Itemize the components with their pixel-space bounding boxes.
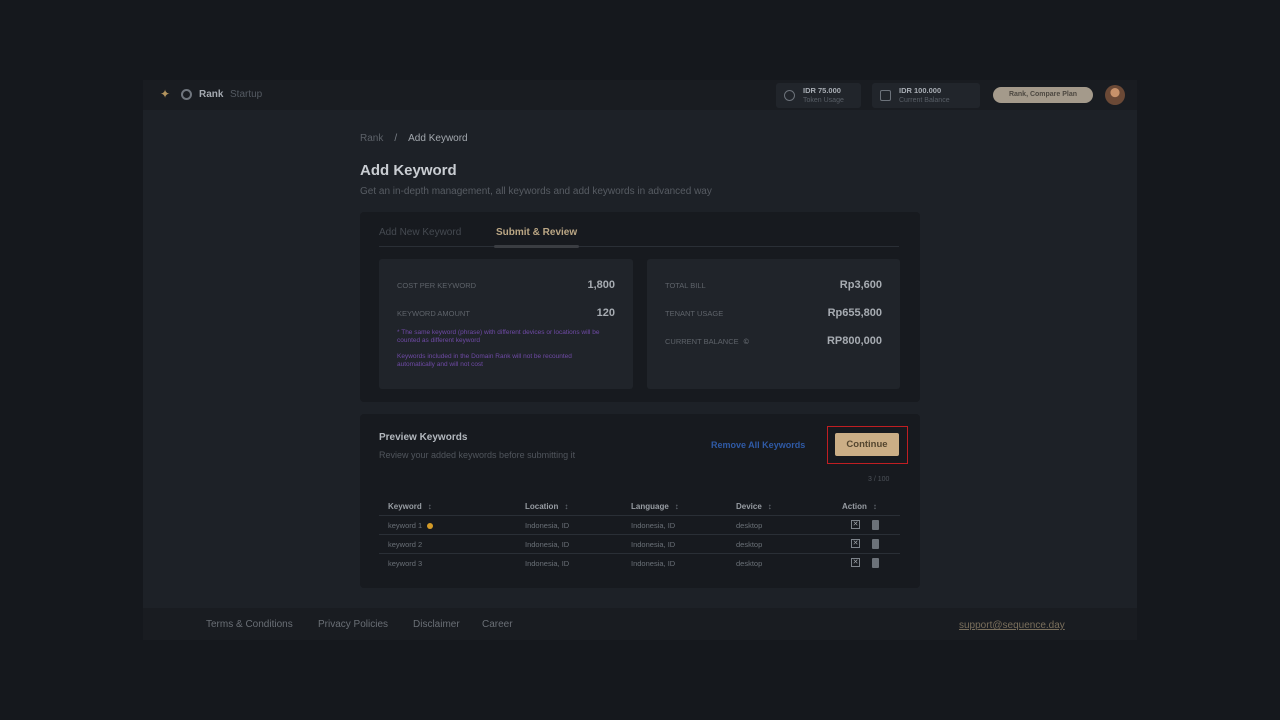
column-action[interactable]: Action ↕ — [842, 502, 877, 511]
table-row-keyword: keyword 1 — [388, 521, 434, 530]
project-icon — [181, 89, 192, 100]
sort-icon: ↕ — [564, 502, 569, 511]
breadcrumb-current: Add Keyword — [408, 133, 468, 144]
token-usage-label: Token Usage — [803, 97, 844, 104]
table-row-device: desktop — [736, 521, 763, 530]
continue-highlight: Continue — [827, 426, 908, 464]
current-balance-row: CURRENT BALANCE © RP800,000 — [665, 335, 882, 349]
tenant-usage-label: TENANT USAGE — [665, 309, 724, 318]
app-window: ✦ Rank Startup IDR 75.000 Token Usage ID… — [143, 80, 1137, 640]
column-device-label: Device — [736, 502, 762, 511]
wallet-icon — [880, 90, 891, 101]
column-language[interactable]: Language ↕ — [631, 502, 679, 511]
total-bill-row: TOTAL BILL Rp3,600 — [665, 279, 882, 293]
breadcrumb-separator: / — [394, 133, 398, 144]
page-subtitle: Get an in-depth management, all keywords… — [360, 186, 712, 197]
balance-stat: IDR 100.000 Current Balance — [872, 83, 980, 108]
footer-link-disclaimer[interactable]: Disclaimer — [413, 619, 460, 630]
brand-plan: Startup — [230, 89, 263, 100]
preview-subtitle: Review your added keywords before submit… — [379, 450, 576, 460]
table-row-location: Indonesia, ID — [525, 559, 570, 568]
cost-per-keyword-label: COST PER KEYWORD — [397, 281, 477, 290]
logo-icon[interactable]: ✦ — [160, 88, 172, 101]
support-email-link[interactable]: support@sequence.day — [959, 620, 1065, 631]
continue-button[interactable]: Continue — [835, 433, 899, 456]
brand-name[interactable]: Rank — [199, 89, 223, 100]
token-usage-value: IDR 75.000 — [803, 86, 841, 95]
table-header-divider — [379, 515, 900, 516]
top-bar: ✦ Rank Startup IDR 75.000 Token Usage ID… — [143, 80, 1137, 110]
avatar[interactable] — [1105, 85, 1125, 105]
table-row-language: Indonesia, ID — [631, 540, 676, 549]
sort-icon: ↕ — [872, 502, 877, 511]
note-domain-rank: Keywords included in the Domain Rank wil… — [397, 353, 572, 368]
summary-panel: Add New Keyword Submit & Review COST PER… — [360, 212, 920, 402]
token-usage-stat: IDR 75.000 Token Usage — [776, 83, 861, 108]
tab-submit-review[interactable]: Submit & Review — [493, 227, 580, 248]
compare-plan-button[interactable]: Rank, Compare Plan — [993, 87, 1093, 103]
edit-icon[interactable]: ✕ — [851, 539, 860, 548]
sort-icon: ↕ — [427, 502, 432, 511]
keyword-cost-card: COST PER KEYWORD 1,800 KEYWORD AMOUNT 12… — [379, 259, 633, 389]
balance-label: Current Balance — [899, 97, 950, 104]
current-balance-label: CURRENT BALANCE — [665, 337, 739, 346]
currency-icon: © — [743, 339, 749, 346]
footer-link-privacy[interactable]: Privacy Policies — [318, 619, 388, 630]
table-row-language: Indonesia, ID — [631, 521, 676, 530]
total-bill-label: TOTAL BILL — [665, 281, 706, 290]
cost-per-keyword-row: COST PER KEYWORD 1,800 — [397, 279, 615, 293]
breadcrumb-root[interactable]: Rank — [360, 133, 383, 144]
balance-value: IDR 100.000 — [899, 86, 942, 95]
tenant-usage-row: TENANT USAGE Rp655,800 — [665, 307, 882, 321]
note-keyword-counting: * The same keyword (phrase) with differe… — [397, 329, 600, 344]
column-language-label: Language — [631, 502, 669, 511]
page-title: Add Keyword — [360, 162, 457, 179]
trash-icon[interactable] — [872, 558, 879, 568]
sort-icon: ↕ — [767, 502, 772, 511]
table-row-language: Indonesia, ID — [631, 559, 676, 568]
clock-icon — [784, 90, 795, 101]
column-location[interactable]: Location ↕ — [525, 502, 568, 511]
breadcrumb: Rank / Add Keyword — [360, 133, 468, 144]
keyword-amount-label: KEYWORD AMOUNT — [397, 309, 470, 318]
table-row-keyword: keyword 3 — [388, 559, 423, 568]
current-balance-value: RP800,000 — [826, 335, 882, 347]
table-row-device: desktop — [736, 559, 763, 568]
tab-add-new-keyword[interactable]: Add New Keyword — [379, 227, 461, 247]
row-divider — [379, 553, 900, 554]
preview-keywords-panel: Preview Keywords Review your added keywo… — [360, 414, 920, 588]
row-divider — [379, 534, 900, 535]
table-row-location: Indonesia, ID — [525, 521, 570, 530]
column-device[interactable]: Device ↕ — [736, 502, 772, 511]
trash-icon[interactable] — [872, 520, 879, 530]
trash-icon[interactable] — [872, 539, 879, 549]
footer-link-career[interactable]: Career — [482, 619, 513, 630]
total-bill-value: Rp3,600 — [839, 279, 882, 291]
column-keyword[interactable]: Keyword ↕ — [388, 502, 432, 511]
table-row-device: desktop — [736, 540, 763, 549]
column-location-label: Location — [525, 502, 559, 511]
column-keyword-label: Keyword — [388, 502, 422, 511]
keyword-amount-row: KEYWORD AMOUNT 120 — [397, 307, 615, 321]
sort-icon: ↕ — [674, 502, 679, 511]
tenant-usage-value: Rp655,800 — [827, 307, 882, 319]
column-action-label: Action — [842, 502, 867, 511]
table-row-location: Indonesia, ID — [525, 540, 570, 549]
edit-icon[interactable]: ✕ — [851, 558, 860, 567]
footer: Terms & Conditions Privacy Policies Disc… — [143, 608, 1137, 640]
remove-all-keywords-link[interactable]: Remove All Keywords — [711, 440, 805, 450]
table-row-keyword: keyword 2 — [388, 540, 423, 549]
step-tabs: Add New Keyword Submit & Review — [379, 227, 899, 248]
keyword-text: keyword 1 — [388, 521, 423, 530]
keyword-amount-value: 120 — [596, 307, 615, 319]
status-dot-icon — [427, 523, 434, 530]
footer-link-terms[interactable]: Terms & Conditions — [206, 619, 293, 630]
pagination-count: 3 / 100 — [868, 476, 890, 483]
edit-icon[interactable]: ✕ — [851, 520, 860, 529]
billing-card: TOTAL BILL Rp3,600 TENANT USAGE Rp655,80… — [647, 259, 900, 389]
preview-title: Preview Keywords — [379, 432, 468, 443]
cost-per-keyword-value: 1,800 — [587, 279, 615, 291]
